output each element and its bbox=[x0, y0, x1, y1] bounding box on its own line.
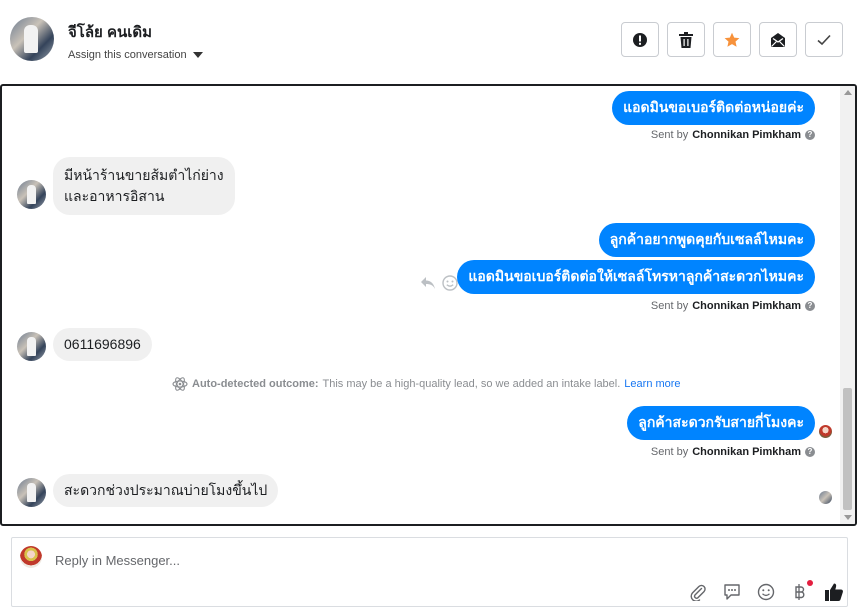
notification-dot bbox=[807, 580, 813, 586]
reply-input[interactable] bbox=[55, 550, 755, 570]
emoji-button[interactable] bbox=[756, 582, 776, 602]
like-button[interactable] bbox=[824, 582, 844, 602]
incoming-message[interactable]: 0611696896 bbox=[53, 328, 152, 361]
sender-name: Chonnikan Pimkham bbox=[692, 300, 801, 312]
auto-detected-outcome: Auto-detected outcome: This may be a hig… bbox=[172, 376, 681, 392]
alert-circle-icon bbox=[633, 32, 647, 47]
scrollbar[interactable] bbox=[840, 86, 855, 524]
scroll-down-arrow[interactable] bbox=[844, 515, 852, 520]
reply-composer bbox=[11, 537, 848, 607]
mark-unread-button[interactable] bbox=[759, 22, 797, 57]
help-icon[interactable]: ? bbox=[805, 447, 815, 457]
assign-label: Assign this conversation bbox=[68, 49, 187, 61]
seen-avatar bbox=[819, 425, 832, 438]
mark-done-button[interactable] bbox=[805, 22, 843, 57]
conversation-header: จีโล้ย คนเดิม Assign this conversation bbox=[0, 0, 857, 84]
payment-button[interactable] bbox=[790, 580, 813, 602]
conversation-thread[interactable]: แอดมินขอเบอร์ติดต่อหน่อยค่ะ Sent by Chon… bbox=[0, 84, 857, 526]
sent-by-line: Sent by Chonnikan Pimkham ? bbox=[651, 446, 815, 458]
outgoing-message[interactable]: ลูกค้าอยากพูดคุยกับเซลล์ไหมคะ bbox=[598, 223, 815, 257]
star-icon bbox=[724, 32, 740, 47]
caret-down-icon bbox=[192, 52, 203, 58]
sent-by-line: Sent by Chonnikan Pimkham ? bbox=[651, 129, 815, 141]
smiley-icon bbox=[757, 583, 775, 601]
outgoing-message[interactable]: ลูกค้าสะดวกรับสายกี่โมงคะ bbox=[627, 406, 815, 440]
atom-icon bbox=[172, 377, 188, 391]
sent-by-prefix: Sent by bbox=[650, 446, 689, 458]
contact-avatar-small[interactable] bbox=[17, 180, 46, 209]
assign-conversation-dropdown[interactable]: Assign this conversation bbox=[68, 49, 203, 61]
incoming-message[interactable]: สะดวกช่วงประมาณบ่ายโมงขึ้นไป bbox=[53, 474, 279, 507]
sent-by-prefix: Sent by bbox=[650, 129, 689, 141]
sent-by-prefix: Sent by bbox=[650, 300, 689, 312]
chat-bubble-icon bbox=[724, 584, 740, 600]
message-line: และอาหารอิสาน bbox=[64, 188, 165, 204]
check-icon bbox=[817, 34, 831, 45]
sent-by-line: Sent by Chonnikan Pimkham ? bbox=[651, 300, 815, 312]
seen-avatar bbox=[819, 491, 832, 504]
contact-avatar-small[interactable] bbox=[17, 332, 46, 361]
attach-button[interactable] bbox=[688, 582, 708, 602]
delete-button[interactable] bbox=[667, 22, 705, 57]
paperclip-icon bbox=[690, 584, 706, 601]
header-actions bbox=[621, 22, 843, 57]
outgoing-message[interactable]: แอดมินขอเบอร์ติดต่อหน่อยค่ะ bbox=[612, 91, 815, 125]
message-line: มีหน้าร้านขายส้มตำไก่ย่าง bbox=[64, 167, 224, 183]
saved-replies-button[interactable] bbox=[722, 582, 742, 602]
scroll-thumb[interactable] bbox=[843, 388, 852, 510]
trash-icon bbox=[679, 31, 693, 48]
star-button[interactable] bbox=[713, 22, 751, 57]
reply-icon[interactable] bbox=[420, 276, 436, 290]
incoming-message[interactable]: มีหน้าร้านขายส้มตำไก่ย่าง และอาหารอิสาน bbox=[53, 157, 235, 215]
learn-more-link[interactable]: Learn more bbox=[624, 378, 680, 390]
smiley-icon[interactable] bbox=[442, 275, 458, 291]
message-hover-tools bbox=[420, 275, 458, 291]
envelope-icon bbox=[771, 32, 785, 47]
help-icon[interactable]: ? bbox=[805, 301, 815, 311]
thumbs-up-icon bbox=[825, 583, 843, 601]
contact-avatar-small[interactable] bbox=[17, 478, 46, 507]
sender-name: Chonnikan Pimkham bbox=[692, 129, 801, 141]
contact-name[interactable]: จีโล้ย คนเดิม bbox=[68, 20, 152, 44]
outcome-label: Auto-detected outcome: bbox=[192, 378, 319, 390]
scroll-up-arrow[interactable] bbox=[844, 90, 852, 95]
help-icon[interactable]: ? bbox=[805, 130, 815, 140]
mark-spam-button[interactable] bbox=[621, 22, 659, 57]
sender-name: Chonnikan Pimkham bbox=[692, 446, 801, 458]
outgoing-message[interactable]: แอดมินขอเบอร์ติดต่อให้เซลล์โทรหาลูกค้าสะ… bbox=[457, 260, 815, 294]
baht-icon bbox=[795, 584, 805, 600]
page-avatar bbox=[20, 546, 42, 568]
outcome-text: This may be a high-quality lead, so we a… bbox=[322, 378, 621, 390]
composer-tools bbox=[688, 580, 844, 602]
contact-avatar[interactable] bbox=[10, 17, 54, 61]
